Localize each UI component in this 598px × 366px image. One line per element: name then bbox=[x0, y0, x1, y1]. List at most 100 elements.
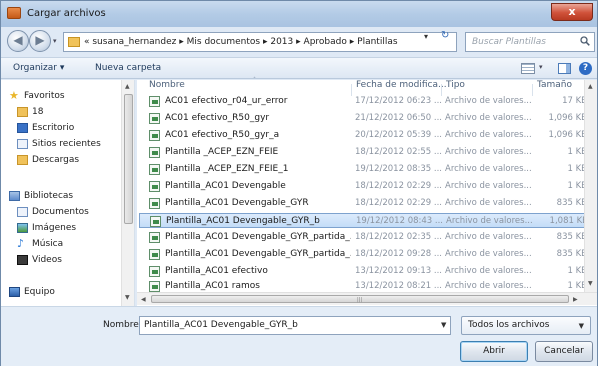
downloads-icon bbox=[17, 155, 28, 165]
music-icon: ♪ bbox=[17, 237, 25, 250]
file-list-scrollbar[interactable]: ▲ ▼ bbox=[584, 80, 597, 292]
file-size: 1,096 KB bbox=[548, 113, 587, 123]
breadcrumb-item[interactable]: Mis documentos bbox=[187, 37, 260, 47]
breadcrumb-item[interactable]: 2013 bbox=[270, 37, 293, 47]
file-date: 20/12/2012 05:39 ... bbox=[355, 130, 442, 140]
file-row[interactable]: AC01 efectivo_R50_gyr_a 20/12/2012 05:39… bbox=[139, 128, 597, 143]
file-name: Plantilla_AC01 Devengable_GYR_b bbox=[166, 216, 320, 226]
csv-file-icon bbox=[149, 181, 160, 192]
file-size: 1 KB bbox=[567, 147, 587, 157]
star-icon: ★ bbox=[9, 89, 19, 102]
scrollbar-thumb[interactable] bbox=[124, 94, 133, 224]
search-placeholder: Buscar Plantillas bbox=[472, 37, 546, 47]
file-date: 19/12/2012 08:43 ... bbox=[356, 216, 443, 226]
computer-icon bbox=[9, 287, 20, 297]
preview-pane-icon[interactable] bbox=[558, 63, 571, 74]
file-date: 18/12/2012 09:28 ... bbox=[355, 249, 442, 259]
csv-file-icon bbox=[149, 266, 160, 277]
file-list: Nombre ˆ Fecha de modifica... Tipo Tamañ… bbox=[137, 77, 597, 306]
scroll-up-icon[interactable]: ▲ bbox=[125, 83, 130, 90]
search-input[interactable]: Buscar Plantillas bbox=[465, 32, 595, 52]
close-button[interactable]: x bbox=[551, 3, 593, 21]
file-size: 835 KB bbox=[556, 198, 587, 208]
nav-item-label: Equipo bbox=[24, 287, 55, 297]
file-row-selected[interactable]: Plantilla_AC01 Devengable_GYR_b 19/12/20… bbox=[139, 213, 597, 228]
breadcrumb-separator-icon[interactable]: ▸ bbox=[179, 37, 184, 47]
file-type-value: Todos los archivos bbox=[468, 320, 550, 330]
file-type: Archivo de valores... bbox=[445, 181, 532, 191]
file-type: Archivo de valores... bbox=[446, 216, 533, 226]
csv-file-icon bbox=[149, 281, 160, 292]
file-row[interactable]: AC01 efectivo_r04_ur_error 17/12/2012 06… bbox=[139, 94, 597, 109]
file-size: 1 KB bbox=[567, 281, 587, 291]
file-row[interactable]: Plantilla_AC01 Devengable_GYR 18/12/2012… bbox=[139, 196, 597, 211]
change-view-icon[interactable] bbox=[521, 63, 535, 74]
file-size: 1 KB bbox=[567, 164, 587, 174]
new-folder-button[interactable]: Nueva carpeta bbox=[95, 63, 161, 73]
file-row[interactable]: Plantilla_AC01 Devengable_GYR_partida_..… bbox=[139, 247, 597, 262]
breadcrumb: « susana_hernandez ▸ Mis documentos ▸ 20… bbox=[84, 37, 398, 47]
address-dropdown-icon[interactable]: ▾ bbox=[424, 32, 428, 41]
file-type: Archivo de valores... bbox=[445, 281, 532, 291]
breadcrumb-item[interactable]: Plantillas bbox=[357, 37, 397, 47]
file-row[interactable]: Plantilla_AC01 Devengable 18/12/2012 02:… bbox=[139, 179, 597, 194]
history-dropdown-icon[interactable]: ▾ bbox=[53, 37, 57, 45]
file-type-select[interactable]: Todos los archivos ▼ bbox=[461, 316, 591, 335]
scroll-left-icon[interactable]: ◀ bbox=[141, 296, 146, 303]
forward-button[interactable]: ▶ bbox=[29, 30, 51, 52]
file-type: Archivo de valores... bbox=[445, 232, 532, 242]
filename-dropdown-icon[interactable]: ▼ bbox=[441, 321, 446, 329]
file-name: AC01 efectivo_R50_gyr_a bbox=[165, 130, 280, 140]
file-size: 1 KB bbox=[567, 266, 587, 276]
breadcrumb-separator-icon[interactable]: ▸ bbox=[263, 37, 268, 47]
organize-menu-button[interactable]: Organizar ▾ bbox=[13, 63, 64, 73]
file-name: Plantilla_AC01 Devengable_GYR_partida_..… bbox=[165, 249, 351, 259]
scrollbar-thumb[interactable]: ||| bbox=[151, 295, 569, 303]
file-size: 1,096 KB bbox=[548, 130, 587, 140]
nav-item-label: Favoritos bbox=[24, 91, 65, 101]
file-row[interactable]: Plantilla _ACEP_EZN_FEIE_1 19/12/2012 08… bbox=[139, 162, 597, 177]
file-date: 18/12/2012 02:29 ... bbox=[355, 198, 442, 208]
nav-item-label: 18 bbox=[32, 107, 44, 117]
file-row[interactable]: Plantilla_AC01 Devengable_GYR_partida_..… bbox=[139, 230, 597, 245]
breadcrumb-item[interactable]: « susana_hernandez bbox=[84, 37, 176, 47]
scroll-down-icon[interactable]: ▼ bbox=[125, 294, 130, 301]
file-row[interactable]: Plantilla _ACEP_EZN_FEIE 18/12/2012 02:5… bbox=[139, 145, 597, 160]
documents-icon bbox=[17, 207, 28, 217]
back-button[interactable]: ◀ bbox=[7, 30, 29, 52]
scroll-down-icon[interactable]: ▼ bbox=[588, 280, 593, 287]
filename-input[interactable]: Plantilla_AC01 Devengable_GYR_b bbox=[139, 316, 451, 335]
file-row[interactable]: AC01 efectivo_R50_gyr 21/12/2012 06:50 .… bbox=[139, 111, 597, 126]
file-size: 835 KB bbox=[556, 232, 587, 242]
file-type: Archivo de valores... bbox=[445, 266, 532, 276]
file-row[interactable]: Plantilla_AC01 efectivo 13/12/2012 09:13… bbox=[139, 264, 597, 279]
cancel-button[interactable]: Cancelar bbox=[535, 341, 593, 362]
file-type: Archivo de valores... bbox=[445, 198, 532, 208]
nav-scrollbar[interactable]: ▲ ▼ bbox=[121, 80, 134, 306]
address-row: ◀ ▶ ▾ « susana_hernandez ▸ Mis documento… bbox=[1, 27, 597, 57]
address-bar[interactable]: « susana_hernandez ▸ Mis documentos ▸ 20… bbox=[63, 32, 457, 52]
scroll-right-icon[interactable]: ▶ bbox=[573, 296, 578, 303]
breadcrumb-separator-icon[interactable]: ▸ bbox=[296, 37, 301, 47]
horizontal-scrollbar[interactable]: ◀ ||| ▶ bbox=[137, 292, 597, 305]
window-title: Cargar archivos bbox=[27, 8, 106, 19]
file-type: Archivo de valores... bbox=[445, 96, 532, 106]
open-button[interactable]: Abrir bbox=[460, 341, 528, 362]
breadcrumb-separator-icon[interactable]: ▸ bbox=[350, 37, 355, 47]
file-open-dialog: Cargar archivos x ◀ ▶ ▾ « susana_hernand… bbox=[0, 0, 598, 366]
refresh-icon[interactable]: ↻ bbox=[441, 30, 449, 41]
file-name: Plantilla _ACEP_EZN_FEIE bbox=[165, 147, 279, 157]
chevron-down-icon: ▼ bbox=[578, 322, 584, 330]
scroll-up-icon[interactable]: ▲ bbox=[588, 83, 593, 90]
file-date: 17/12/2012 06:23 ... bbox=[355, 96, 442, 106]
file-name: Plantilla_AC01 Devengable_GYR_partida_..… bbox=[165, 232, 351, 242]
title-bar[interactable]: Cargar archivos x bbox=[1, 1, 597, 27]
view-dropdown-icon[interactable]: ▾ bbox=[539, 63, 543, 71]
help-icon[interactable]: ? bbox=[579, 62, 592, 75]
breadcrumb-item[interactable]: Aprobado bbox=[304, 37, 347, 47]
search-icon[interactable] bbox=[580, 36, 590, 46]
sort-indicator-icon: ˆ bbox=[253, 77, 256, 84]
nav-item-label: Imágenes bbox=[32, 223, 77, 233]
file-name: Plantilla_AC01 ramos bbox=[165, 281, 260, 291]
file-type: Archivo de valores... bbox=[445, 164, 532, 174]
